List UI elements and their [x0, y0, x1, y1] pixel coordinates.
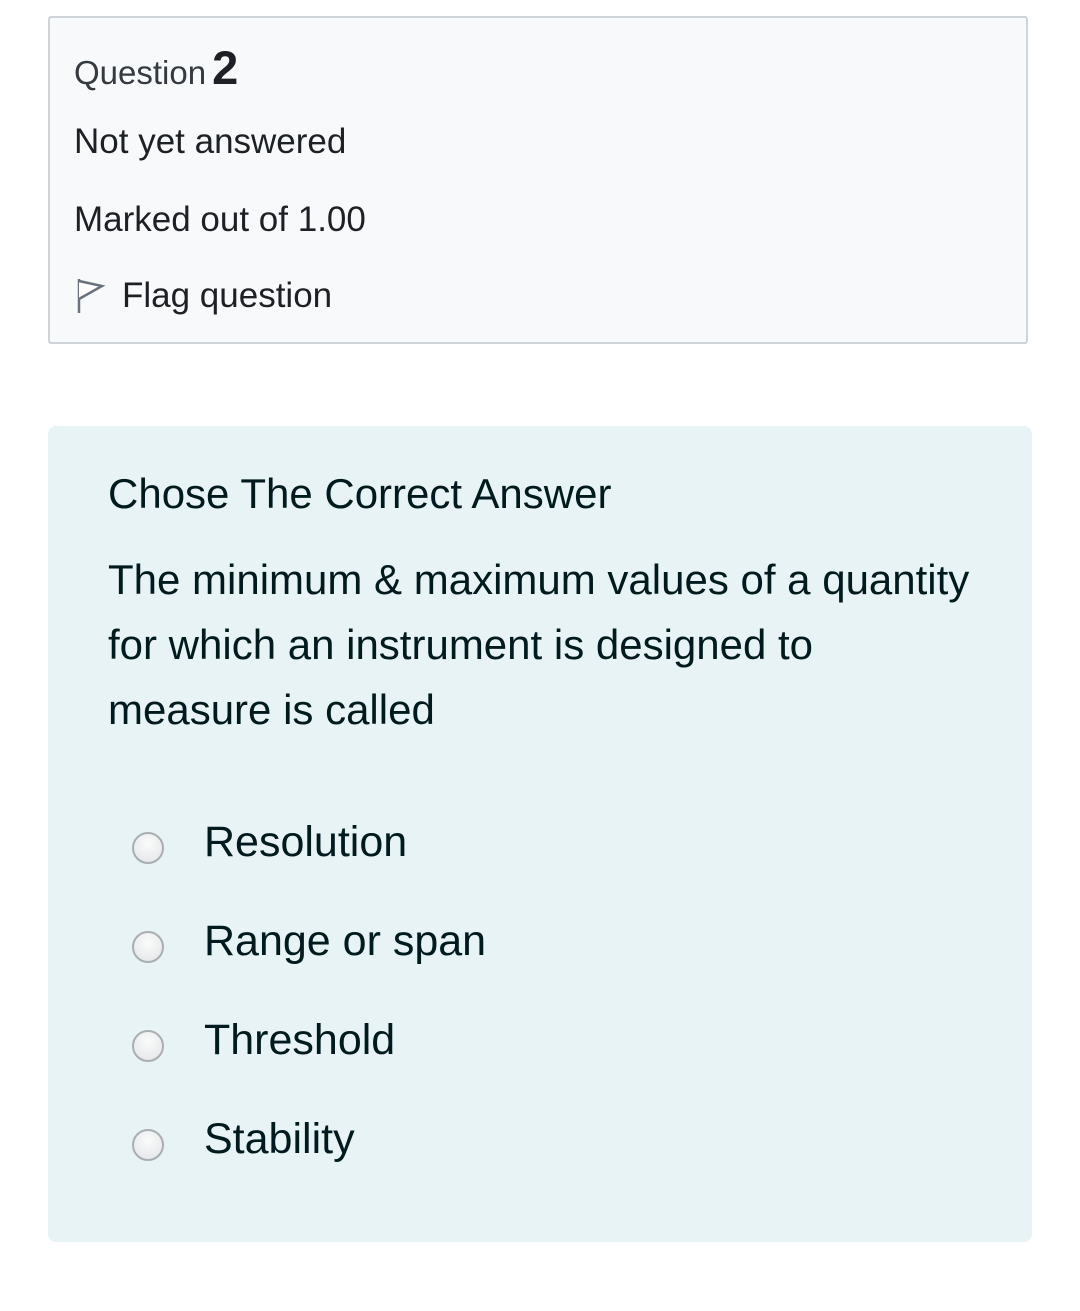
answer-option-range-or-span[interactable]: Range or span — [132, 909, 486, 1008]
flag-question-label: Flag question — [122, 276, 333, 315]
flag-question-link[interactable]: Flag question — [74, 276, 332, 316]
answer-list: Resolution Range or span Threshold Stabi… — [132, 810, 486, 1206]
question-text: The minimum & maximum values of a quanti… — [108, 556, 970, 733]
answer-label[interactable]: Range or span — [204, 909, 486, 973]
question-number: 2 — [212, 41, 239, 94]
radio-button[interactable] — [132, 1030, 164, 1062]
question-title: Question 2 — [74, 40, 238, 95]
question-instruction: Chose The Correct Answer — [108, 470, 612, 517]
answer-label[interactable]: Resolution — [204, 810, 407, 874]
question-label: Question — [74, 54, 207, 91]
question-info-panel: Question 2 Not yet answered Marked out of… — [48, 16, 1028, 344]
question-state: Not yet answered — [74, 122, 347, 161]
radio-button[interactable] — [132, 931, 164, 963]
answer-label[interactable]: Stability — [204, 1107, 355, 1171]
answer-label[interactable]: Threshold — [204, 1008, 395, 1072]
answer-option-resolution[interactable]: Resolution — [132, 810, 486, 909]
radio-button[interactable] — [132, 832, 164, 864]
question-content-panel: Chose The Correct Answer The minimum & m… — [48, 426, 1032, 1242]
radio-button[interactable] — [132, 1129, 164, 1161]
flag-outline-icon — [74, 277, 106, 315]
answer-option-stability[interactable]: Stability — [132, 1107, 486, 1206]
question-grade: Marked out of 1.00 — [74, 200, 366, 239]
answer-option-threshold[interactable]: Threshold — [132, 1008, 486, 1107]
